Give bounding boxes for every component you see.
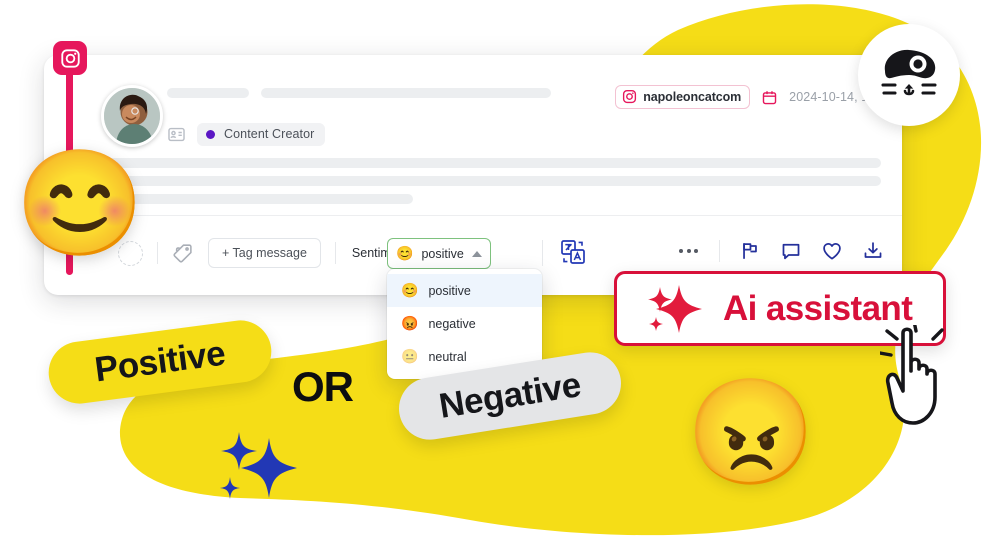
sentiment-value: positive [421,246,464,261]
flag-icon[interactable] [739,240,761,262]
divider [542,240,543,266]
positive-pill: Positive [44,316,276,408]
translate-icon[interactable] [560,239,586,265]
option-emoji: 😐 [401,348,419,364]
role-label: Content Creator [224,127,315,141]
option-label: negative [428,316,476,331]
account-handle[interactable]: napoleoncatcom [615,85,751,109]
or-label: OR [292,363,354,410]
option-emoji: 😊 [401,282,419,298]
option-label: neutral [428,349,467,364]
napoleoncat-cat-mascot-icon [858,24,960,126]
download-icon[interactable] [862,240,884,262]
sentiment-select[interactable]: 😊 positive 😊 positive 😡 negative 😐 neutr… [387,238,542,379]
message-card: Content Creator napoleoncatcom 2024-10-1… [44,41,902,379]
chevron-up-icon [472,250,482,257]
avatar [101,85,163,147]
happy-emoji: 😊 [15,146,145,262]
pointing-hand-cursor-icon [878,319,976,435]
angry-emoji: 😠 [686,375,816,491]
sparkles-icon [647,283,703,335]
divider [719,240,720,262]
status-badge: Content Creator [197,123,326,146]
option-label: positive [428,283,471,298]
calendar-icon [761,89,778,106]
skeleton-bar [54,158,881,168]
screenshot-stage: Content Creator napoleoncatcom 2024-10-1… [0,0,1000,549]
role-row: Content Creator [167,123,326,146]
message-meta: napoleoncatcom 2024-10-14, 14:4 [615,85,886,109]
skeleton-bar [167,88,249,98]
tag-icon[interactable] [172,242,194,264]
toolbar-actions [677,240,884,262]
option-emoji: 😡 [401,315,419,331]
badge-dot [206,129,215,139]
skeleton-bar [54,176,881,186]
tag-message-button[interactable]: + Tag message [208,238,321,268]
ai-assistant-label: Ai assistant [723,288,913,328]
contact-card-icon [167,125,186,144]
account-name: napoleoncatcom [643,89,742,104]
instagram-icon [53,41,87,75]
more-options-icon[interactable] [677,245,700,257]
sentiment-emoji: 😊 [396,245,414,261]
divider [157,242,158,264]
sentiment-option-positive[interactable]: 😊 positive [387,274,542,307]
divider [334,242,336,264]
sentiment-option-negative[interactable]: 😡 negative [387,307,542,340]
instagram-icon [623,89,637,104]
sparkles-blue-icon [213,430,305,508]
sentiment-select-trigger[interactable]: 😊 positive [387,238,491,269]
comment-icon[interactable] [780,240,802,262]
skeleton-bar [117,194,413,204]
skeleton-bar [261,88,551,98]
heart-icon[interactable] [821,240,843,262]
